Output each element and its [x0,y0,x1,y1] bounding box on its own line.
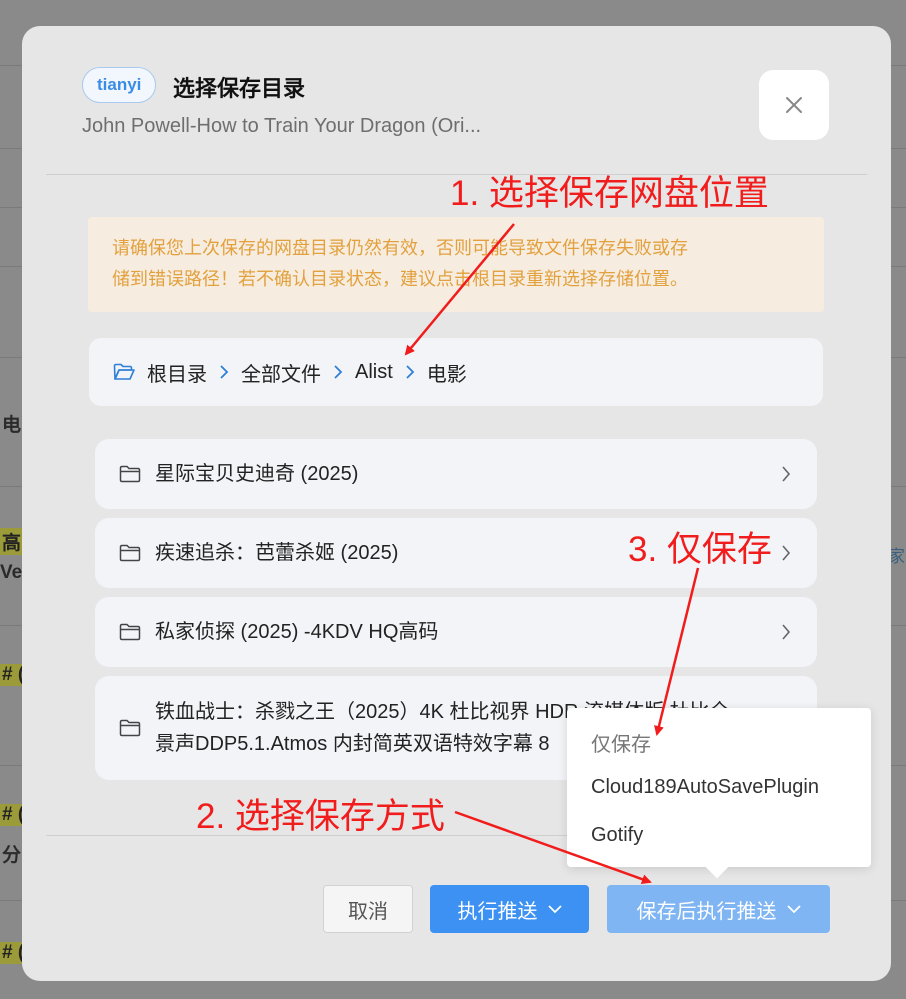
arrow-step2 [454,810,652,885]
arrow-step1 [404,223,515,356]
annotation-arrows [404,223,700,885]
arrow-step3 [654,567,700,736]
